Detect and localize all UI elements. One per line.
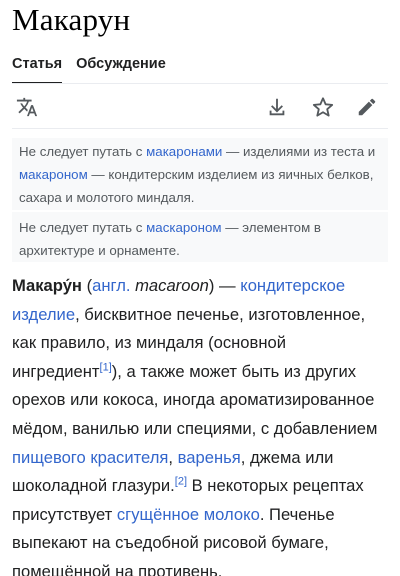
text-run: ( xyxy=(81,276,93,295)
language-button[interactable] xyxy=(14,94,40,120)
tab-talk[interactable]: Обсуждение xyxy=(76,56,166,84)
hatnote-mascaron: Не следует путать с маскароном — элемент… xyxy=(12,212,388,262)
watch-button[interactable] xyxy=(310,94,336,120)
reference-1[interactable]: [1] xyxy=(100,361,112,373)
link-condensed-milk[interactable]: сгущённое молоко xyxy=(117,505,260,524)
link-makarony[interactable]: макаронами xyxy=(146,144,222,159)
link-maskaron[interactable]: маскароном xyxy=(146,220,221,235)
hatnote-text: — изделиями из теста и xyxy=(222,144,376,159)
download-button[interactable] xyxy=(264,94,290,120)
page-title: Макарун xyxy=(12,2,131,37)
reference-2[interactable]: [2] xyxy=(175,476,187,488)
hatnote-text: Не следует путать с xyxy=(19,220,147,235)
toolbar-divider xyxy=(12,128,388,129)
link-makaron[interactable]: макароном xyxy=(19,167,88,182)
article-lead-paragraph: Макару́н (англ. macaroon) — кондитерское… xyxy=(12,272,390,576)
edit-pencil-icon xyxy=(358,98,376,116)
text-run: ) — xyxy=(208,276,241,295)
link-jam[interactable]: варенья xyxy=(178,448,241,467)
language-icon xyxy=(16,97,38,117)
article-term: Макару́н xyxy=(12,276,82,295)
hatnote-text: Не следует путать с xyxy=(19,144,147,159)
page-actions-toolbar xyxy=(0,84,400,128)
text-run: , xyxy=(168,447,178,467)
foreign-term: macaroon xyxy=(135,276,209,295)
download-icon xyxy=(269,98,285,116)
edit-button[interactable] xyxy=(354,94,380,120)
page-tabs: Статья Обсуждение xyxy=(12,56,166,84)
tab-article[interactable]: Статья xyxy=(12,56,63,84)
hatnote-pasta: Не следует путать с макаронами — изделия… xyxy=(12,138,388,210)
link-english[interactable]: англ. xyxy=(92,276,130,295)
link-food-dye[interactable]: пищевого красителя xyxy=(12,448,168,467)
star-icon xyxy=(312,97,334,117)
